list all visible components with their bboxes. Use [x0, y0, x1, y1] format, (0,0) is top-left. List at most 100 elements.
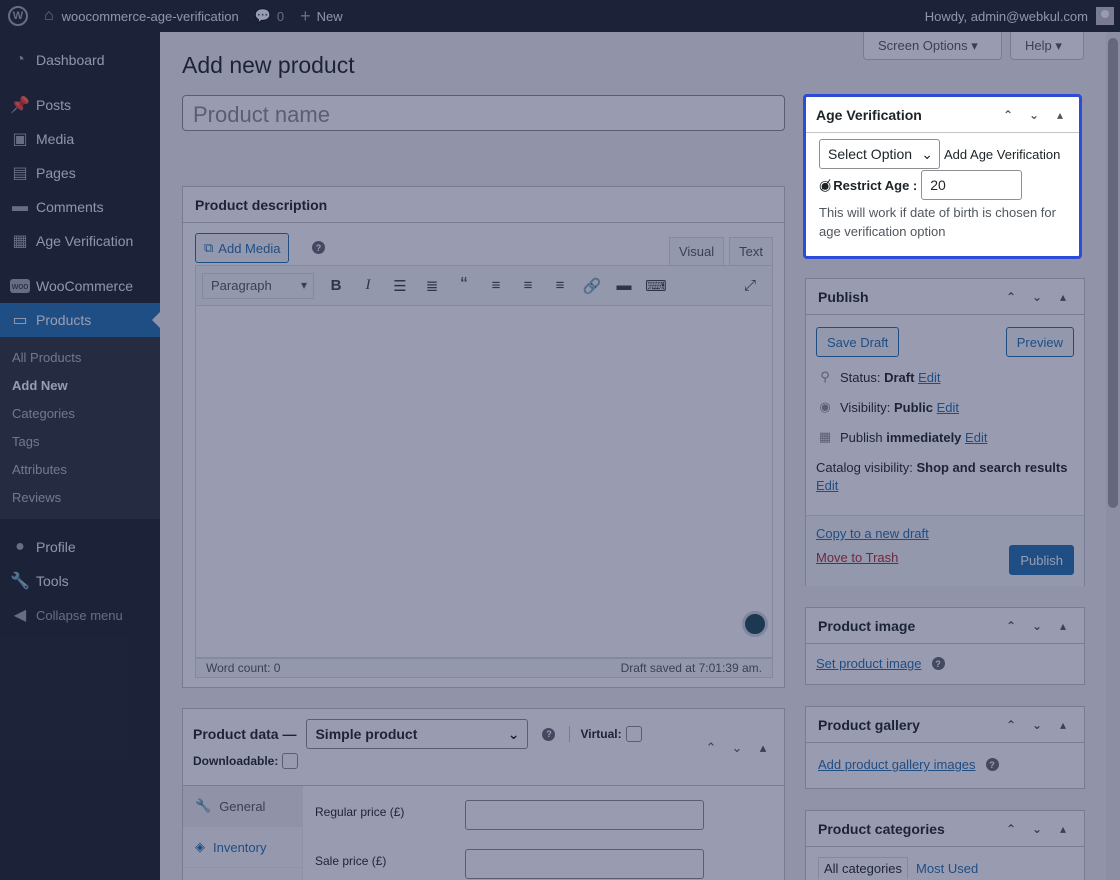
product-name-input[interactable]: Product name — [182, 95, 785, 131]
menu-media[interactable]: ▣ Media — [0, 122, 160, 156]
tab-all-categories[interactable]: All categories — [818, 857, 909, 879]
screen-options-button[interactable]: Screen Options ▾ — [863, 32, 1002, 60]
status-label: Status: — [840, 369, 881, 385]
save-draft-button[interactable]: Save Draft — [816, 327, 900, 357]
help-icon[interactable]: ? — [985, 758, 999, 771]
move-up-icon[interactable]: ⌃ — [1002, 288, 1020, 306]
help-button[interactable]: Help ▾ — [1010, 32, 1084, 60]
menu-comments[interactable]: ▬ Comments — [0, 190, 160, 224]
submenu-categories[interactable]: Categories — [0, 400, 160, 428]
blockquote-icon[interactable]: “ — [448, 271, 480, 301]
menu-age-verification[interactable]: ▦ Age Verification — [0, 224, 160, 258]
move-up-icon[interactable]: ⌃ — [1002, 820, 1020, 838]
submenu-all-products[interactable]: All Products — [0, 344, 160, 372]
visibility-value: Public — [893, 399, 933, 415]
edit-catalog-link[interactable]: Edit — [816, 478, 838, 493]
format-select[interactable]: Paragraph — [202, 272, 314, 299]
menu-label: Profile — [36, 539, 76, 555]
move-down-icon[interactable]: ⌄ — [728, 739, 746, 757]
menu-tools[interactable]: 🔧 Tools — [0, 564, 160, 598]
menu-label: Age Verification — [36, 233, 134, 249]
fullscreen-icon[interactable]: ⤢ — [734, 271, 766, 301]
media-icon: ⧉ — [204, 240, 214, 255]
align-center-icon[interactable]: ≡ — [512, 271, 544, 301]
move-up-icon[interactable]: ⌃ — [1002, 716, 1020, 734]
edit-status-link[interactable]: Edit — [918, 370, 940, 385]
editor-body[interactable] — [195, 306, 773, 658]
product-type-select[interactable]: Simple product ⌄ — [306, 719, 529, 749]
italic-icon[interactable]: I — [352, 271, 384, 301]
publish-button[interactable]: Publish — [1009, 545, 1074, 575]
product-type-value: Simple product — [315, 726, 418, 742]
scrollbar-thumb[interactable] — [1108, 38, 1118, 508]
new-content-link[interactable]: + New — [292, 0, 351, 32]
edit-visibility-link[interactable]: Edit — [937, 400, 959, 415]
menu-woocommerce[interactable]: woo WooCommerce — [0, 269, 160, 303]
move-down-icon[interactable]: ⌄ — [1028, 820, 1046, 838]
move-down-icon[interactable]: ⌄ — [1028, 617, 1046, 635]
restrict-age-input[interactable]: 20 — [921, 170, 1023, 200]
copy-draft-link[interactable]: Copy to a new draft — [816, 526, 929, 541]
tab-most-used[interactable]: Most Used — [916, 861, 978, 876]
menu-pages[interactable]: ▤ Pages — [0, 156, 160, 190]
set-product-image-link[interactable]: Set product image — [816, 656, 922, 671]
align-right-icon[interactable]: ≡ — [544, 271, 576, 301]
move-up-icon[interactable]: ⌃ — [1002, 617, 1020, 635]
wordpress-logo[interactable]: W — [0, 0, 36, 32]
comments-link[interactable]: 💬 0 — [247, 0, 292, 32]
link-icon[interactable]: 🔗 — [576, 271, 608, 301]
toggle-panel-icon[interactable]: ▴ — [1051, 106, 1069, 124]
scrollbar[interactable] — [1106, 32, 1120, 880]
woo-icon: woo — [10, 279, 30, 293]
add-media-button[interactable]: ⧉ Add Media — [195, 233, 290, 263]
toggle-panel-icon[interactable]: ▴ — [1054, 617, 1072, 635]
bullet-list-icon[interactable]: ☰ — [384, 271, 416, 301]
submenu-attributes[interactable]: Attributes — [0, 456, 160, 484]
read-more-icon[interactable]: ▬ — [608, 271, 640, 301]
submenu-tags[interactable]: Tags — [0, 428, 160, 456]
help-icon[interactable]: ? — [542, 727, 556, 741]
site-name-link[interactable]: ⌂ woocommerce-age-verification — [36, 0, 247, 32]
submenu-add-new[interactable]: Add New — [0, 372, 160, 400]
move-up-icon[interactable]: ⌃ — [702, 739, 720, 757]
move-up-icon[interactable]: ⌃ — [999, 106, 1017, 124]
age-verification-select[interactable]: Select Option ⌄ — [819, 139, 940, 169]
menu-products[interactable]: ▭ Products — [0, 303, 160, 337]
menu-profile[interactable]: ● Profile — [0, 530, 160, 564]
menu-label: Posts — [36, 97, 72, 113]
submenu-reviews[interactable]: Reviews — [0, 484, 160, 512]
toolbar-toggle-icon[interactable]: ⌨ — [640, 271, 672, 301]
my-account[interactable]: Howdy, admin@webkul.com — [925, 7, 1120, 25]
tab-visual[interactable]: Visual — [668, 237, 725, 265]
toggle-panel-icon[interactable]: ▴ — [1054, 820, 1072, 838]
product-data-title: Product data — — [193, 726, 297, 742]
product-categories-header: Product categories ⌃ ⌄ ▴ — [806, 811, 1084, 847]
preview-button[interactable]: Preview — [1005, 327, 1074, 357]
move-down-icon[interactable]: ⌄ — [1028, 716, 1046, 734]
toggle-panel-icon[interactable]: ▴ — [754, 739, 772, 757]
sale-price-input[interactable] — [465, 849, 704, 879]
regular-price-input[interactable] — [465, 800, 704, 830]
help-icon[interactable]: ? — [931, 657, 945, 670]
move-down-icon[interactable]: ⌄ — [1028, 288, 1046, 306]
tab-inventory[interactable]: ◈ Inventory — [183, 827, 302, 868]
toggle-panel-icon[interactable]: ▴ — [1054, 288, 1072, 306]
home-icon: ⌂ — [44, 7, 54, 24]
edit-schedule-link[interactable]: Edit — [965, 430, 987, 445]
tab-text[interactable]: Text — [729, 237, 773, 265]
move-to-trash-link[interactable]: Move to Trash — [816, 550, 898, 565]
downloadable-checkbox[interactable] — [282, 753, 299, 769]
tab-general[interactable]: 🔧 General — [183, 786, 302, 827]
bold-icon[interactable]: B — [320, 271, 352, 301]
help-icon[interactable]: ? — [312, 241, 325, 254]
virtual-checkbox[interactable] — [625, 726, 642, 742]
toggle-panel-icon[interactable]: ▴ — [1054, 716, 1072, 734]
align-left-icon[interactable]: ≡ — [480, 271, 512, 301]
move-down-icon[interactable]: ⌄ — [1025, 106, 1043, 124]
numbered-list-icon[interactable]: ≣ — [416, 271, 448, 301]
menu-collapse[interactable]: ◀ Collapse menu — [0, 598, 160, 632]
add-gallery-images-link[interactable]: Add product gallery images — [818, 757, 976, 772]
avatar — [1096, 7, 1114, 25]
menu-dashboard[interactable]: ◔ Dashboard — [0, 43, 160, 77]
menu-posts[interactable]: 📌 Posts — [0, 88, 160, 122]
